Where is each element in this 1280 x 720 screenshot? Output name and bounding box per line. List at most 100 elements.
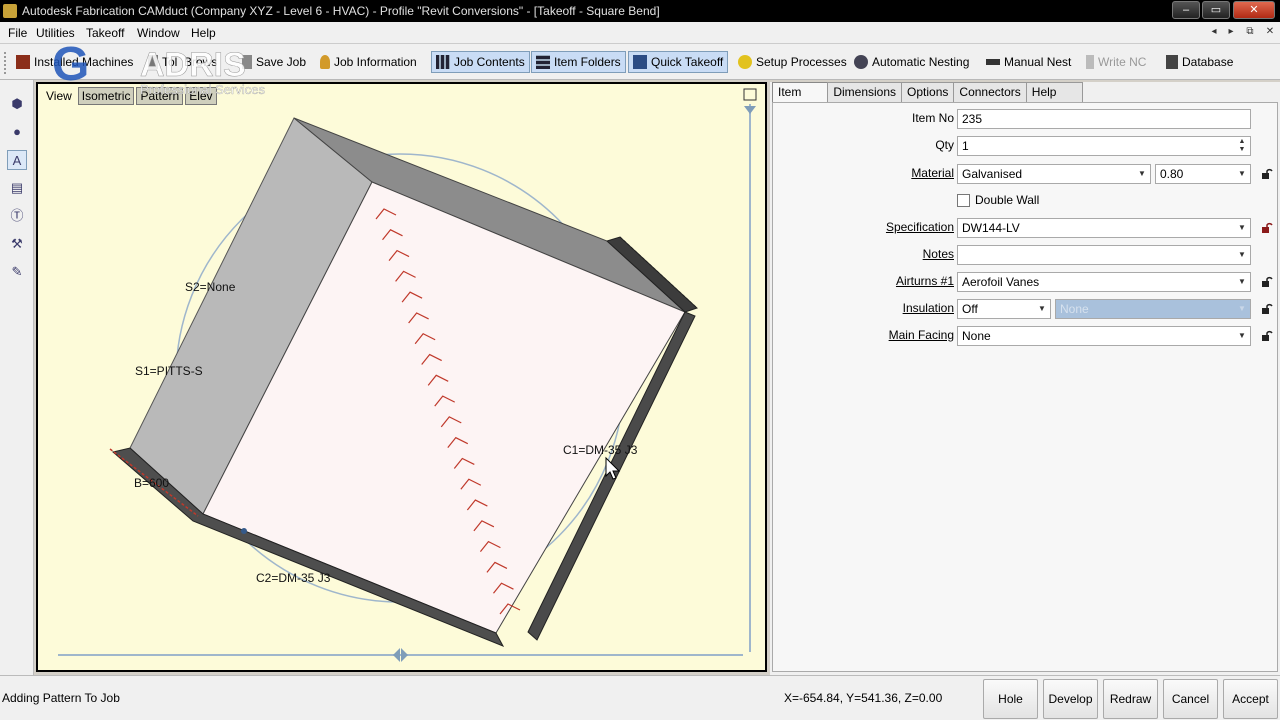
- chevron-down-icon: ▼: [1238, 304, 1246, 313]
- label-s1: S1=PITTS-S: [135, 364, 203, 378]
- gauge-select[interactable]: 0.80 ▼: [1155, 164, 1251, 184]
- tab-dimensions[interactable]: Dimensions: [827, 82, 903, 102]
- mdi-next-icon[interactable]: ▸: [1223, 25, 1239, 40]
- insulation-label[interactable]: Insulation: [903, 301, 954, 315]
- lock-icon[interactable]: [1261, 222, 1273, 234]
- menu-file[interactable]: File: [8, 26, 27, 40]
- airturns-label[interactable]: Airturns #1: [896, 274, 954, 288]
- dimension-tool-icon[interactable]: Ⓣ: [7, 206, 27, 226]
- spinner-icon[interactable]: ▲ ▼: [1235, 138, 1249, 154]
- lock-icon[interactable]: [1261, 276, 1273, 288]
- notes-row: Notes ▼: [773, 243, 1279, 265]
- main-facing-label[interactable]: Main Facing: [889, 328, 954, 342]
- tab-item[interactable]: Item: [772, 82, 829, 103]
- tab-view[interactable]: View: [42, 87, 76, 105]
- tab-connectors[interactable]: Connectors: [953, 82, 1027, 102]
- browse-button[interactable]: Brows: [180, 51, 221, 73]
- notes-select[interactable]: ▼: [957, 245, 1251, 265]
- main-facing-select[interactable]: None ▼: [957, 326, 1251, 346]
- drawing-viewport[interactable]: S2=None S1=PITTS-S B=600 C1=DM-35 J3 C2=…: [36, 82, 767, 672]
- specification-label[interactable]: Specification: [886, 220, 954, 234]
- manual-nest-button[interactable]: Manual Nest: [982, 51, 1075, 73]
- installed-machines-button[interactable]: Installed Machines: [12, 51, 137, 73]
- notes-label[interactable]: Notes: [923, 247, 954, 261]
- isometric-view-icon[interactable]: ⬢: [7, 94, 27, 114]
- job-information-button[interactable]: Job Information: [316, 51, 421, 73]
- quick-takeoff-button[interactable]: Quick Takeoff: [628, 51, 729, 73]
- hammer-icon[interactable]: ⚒: [7, 234, 27, 254]
- tab-pattern[interactable]: Pattern: [136, 87, 184, 105]
- airturns-select[interactable]: Aerofoil Vanes ▼: [957, 272, 1251, 292]
- mdi-prev-icon[interactable]: ◂: [1206, 25, 1222, 40]
- globe-icon[interactable]: ●: [7, 122, 27, 142]
- database-button[interactable]: Database: [1162, 51, 1237, 73]
- double-wall-label: Double Wall: [975, 193, 1040, 207]
- main-toolbar: Installed Machines Tol Brows Save Job Jo…: [0, 44, 1280, 80]
- spell-check-icon[interactable]: ✎: [7, 262, 27, 282]
- qty-row: Qty 1 ▲ ▼: [773, 134, 1279, 156]
- job-contents-button[interactable]: Job Contents: [431, 51, 530, 73]
- horizontal-slider-handle-icon: [393, 648, 400, 662]
- chevron-down-icon: ▼: [1238, 169, 1246, 178]
- item-folders-button[interactable]: Item Folders: [531, 51, 626, 73]
- lock-icon[interactable]: [1261, 168, 1273, 180]
- material-label[interactable]: Material: [911, 166, 954, 180]
- insulation-type-select: None ▼: [1055, 299, 1251, 319]
- double-wall-checkbox[interactable]: [957, 194, 970, 207]
- machines-icon: [16, 55, 30, 69]
- develop-button[interactable]: Develop: [1043, 679, 1098, 719]
- qty-stepper[interactable]: 1 ▲ ▼: [957, 136, 1251, 156]
- insulation-select[interactable]: Off ▼: [957, 299, 1051, 319]
- mdi-restore-icon[interactable]: ⧉: [1242, 25, 1258, 40]
- tab-isometric[interactable]: Isometric: [77, 87, 135, 105]
- view-tabs: View Isometric Pattern Elev: [42, 87, 217, 105]
- tab-elev[interactable]: Elev: [185, 87, 217, 105]
- qty-label: Qty: [935, 138, 954, 152]
- tab-options[interactable]: Options: [901, 82, 955, 102]
- cursor-coordinates: X=-654.84, Y=541.36, Z=0.00: [784, 691, 943, 705]
- menu-utilities[interactable]: Utilities: [36, 26, 75, 40]
- material-select[interactable]: Galvanised ▼: [957, 164, 1151, 184]
- status-bar: Adding Pattern To Job X=-654.84, Y=541.3…: [0, 675, 1280, 720]
- material-row: Material Galvanised ▼ 0.80 ▼: [773, 162, 1279, 184]
- quick-takeoff-icon: [633, 55, 647, 69]
- save-job-icon: [242, 55, 252, 69]
- redraw-button[interactable]: Redraw: [1103, 679, 1158, 719]
- text-tool-icon[interactable]: A: [7, 150, 27, 170]
- tol-button[interactable]: Tol: [144, 51, 181, 73]
- maximize-button[interactable]: ▭: [1202, 1, 1230, 19]
- minimize-button[interactable]: –: [1172, 1, 1200, 19]
- properties-icon[interactable]: ▤: [7, 178, 27, 198]
- title-bar: Autodesk Fabrication CAMduct (Company XY…: [0, 0, 1280, 22]
- toolbar-grip[interactable]: [4, 52, 8, 74]
- chevron-down-icon: ▼: [1038, 304, 1046, 313]
- label-c1: C1=DM-35 J3: [563, 443, 638, 457]
- accept-button[interactable]: Accept: [1223, 679, 1278, 719]
- menu-help[interactable]: Help: [191, 26, 216, 40]
- hole-button[interactable]: Hole: [983, 679, 1038, 719]
- mdi-close-icon[interactable]: ✕: [1262, 25, 1278, 40]
- main-facing-row: Main Facing None ▼: [773, 324, 1279, 346]
- menu-takeoff[interactable]: Takeoff: [86, 26, 124, 40]
- lock-icon[interactable]: [1261, 330, 1273, 342]
- menu-window[interactable]: Window: [137, 26, 180, 40]
- double-wall-row: Double Wall: [773, 189, 1279, 211]
- left-toolbox: ⬢ ● A ▤ Ⓣ ⚒ ✎: [0, 80, 34, 675]
- tab-help[interactable]: Help: [1025, 82, 1084, 102]
- status-message: Adding Pattern To Job: [2, 691, 120, 705]
- item-folders-icon: [536, 55, 550, 69]
- setup-processes-button[interactable]: Setup Processes: [734, 51, 851, 73]
- automatic-nesting-button[interactable]: Automatic Nesting: [850, 51, 973, 73]
- label-s2: S2=None: [185, 280, 236, 294]
- item-no-field[interactable]: 235: [957, 109, 1251, 129]
- database-icon: [1166, 55, 1178, 69]
- close-button[interactable]: ✕: [1233, 1, 1275, 19]
- specification-select[interactable]: DW144-LV ▼: [957, 218, 1251, 238]
- item-no-label: Item No: [911, 111, 954, 125]
- tool-icon: [148, 55, 158, 69]
- write-nc-button[interactable]: Write NC: [1082, 51, 1150, 73]
- cancel-button[interactable]: Cancel: [1163, 679, 1218, 719]
- lock-icon[interactable]: [1261, 303, 1273, 315]
- save-job-button[interactable]: Save Job: [238, 51, 310, 73]
- square-bend-drawing: S2=None S1=PITTS-S B=600 C1=DM-35 J3 C2=…: [58, 88, 757, 662]
